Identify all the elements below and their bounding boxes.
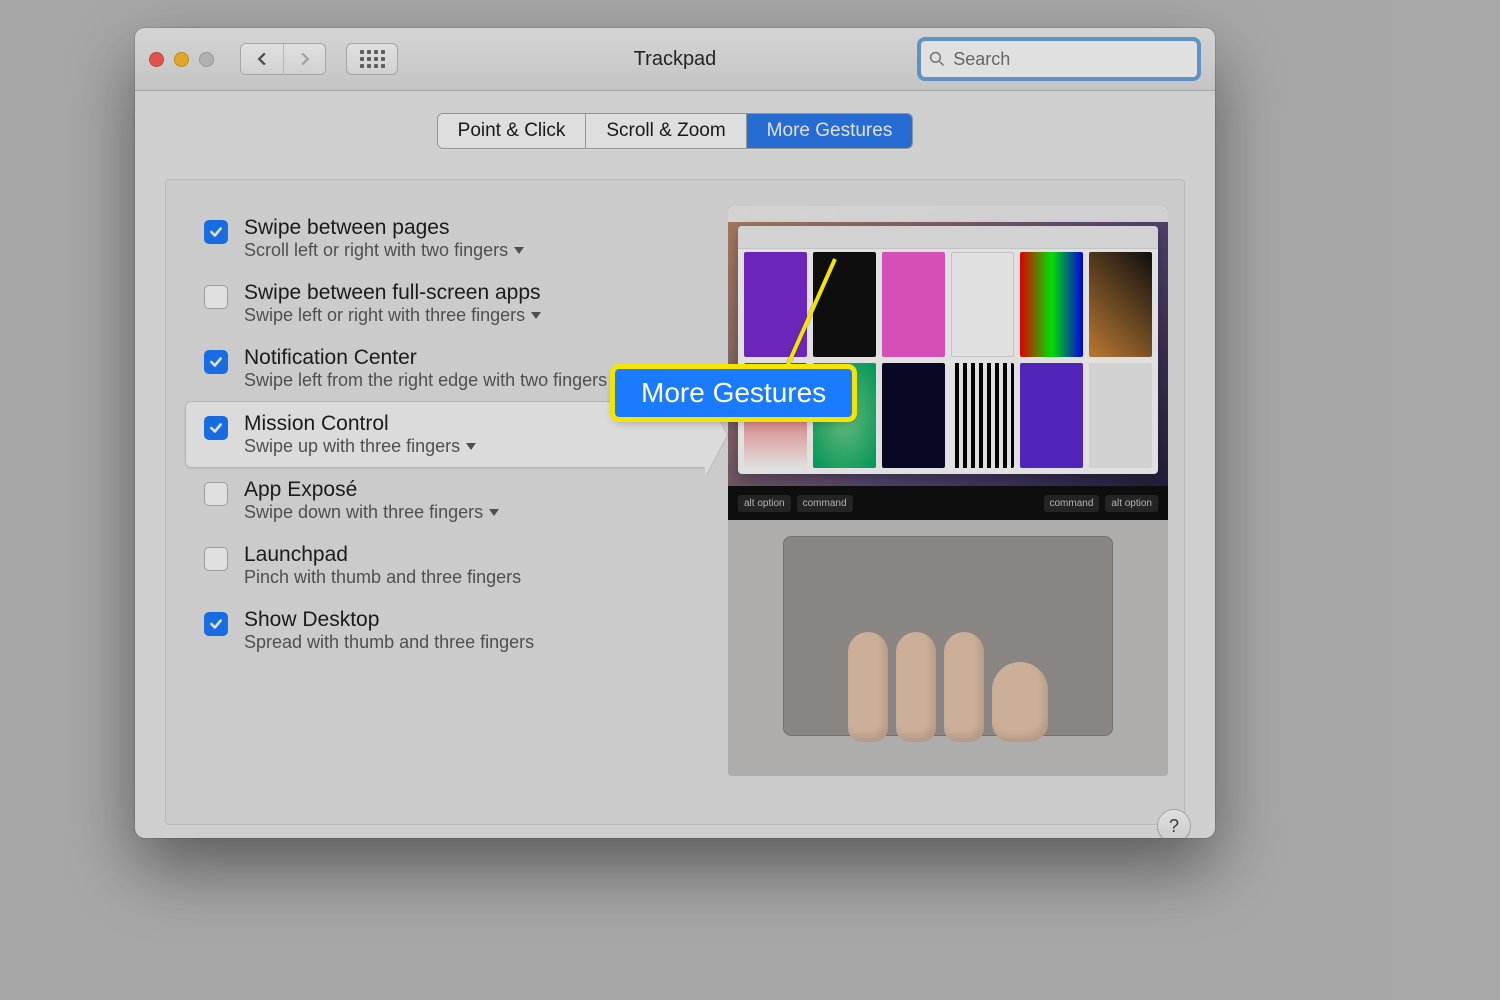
option-title: Launchpad [244,543,521,567]
option-title: Show Desktop [244,608,534,632]
zoom-icon [199,52,214,67]
preview-browser [738,226,1158,474]
option-subtitle: Pinch with thumb and three fingers [244,567,521,588]
window-title: Trackpad [634,48,717,71]
tab-bar: Point & Click Scroll & Zoom More Gesture… [135,113,1215,149]
option-title: Swipe between pages [244,216,524,240]
touchbar-key: command [1044,495,1100,512]
search-input[interactable] [951,48,1189,71]
close-icon[interactable] [149,52,164,67]
checkbox[interactable] [204,220,228,244]
search-field[interactable] [917,37,1201,81]
gesture-option[interactable]: Show DesktopSpread with thumb and three … [186,598,706,663]
gesture-option[interactable]: Swipe between pagesScroll left or right … [186,206,706,271]
preview-hand [848,632,1048,742]
chevron-left-icon [255,52,269,66]
checkbox[interactable] [204,285,228,309]
option-subtitle[interactable]: Swipe down with three fingers [244,502,499,523]
window-toolbar: Trackpad [135,28,1215,91]
nav-buttons [240,43,326,75]
show-all-button[interactable] [346,43,398,75]
annotation-label: More Gestures [615,369,852,417]
option-subtitle: Spread with thumb and three fingers [244,632,534,653]
gesture-option[interactable]: LaunchpadPinch with thumb and three fing… [186,533,706,598]
settings-panel: Swipe between pagesScroll left or right … [165,179,1185,825]
touchbar-key: alt option [738,495,791,512]
gesture-preview: alt option command command alt option [728,206,1168,776]
grid-icon [360,50,385,68]
checkbox[interactable] [204,547,228,571]
gesture-option[interactable]: Swipe between full-screen appsSwipe left… [186,271,706,336]
option-subtitle: Swipe left from the right edge with two … [244,370,607,391]
forward-button[interactable] [283,44,325,74]
tab-scroll-zoom[interactable]: Scroll & Zoom [585,114,745,148]
checkbox[interactable] [204,350,228,374]
chevron-right-icon [298,52,312,66]
chevron-down-icon [514,247,524,254]
search-icon [929,50,945,68]
back-button[interactable] [241,44,283,74]
touchbar-key: alt option [1105,495,1158,512]
option-title: Notification Center [244,346,607,370]
checkbox[interactable] [204,482,228,506]
tab-point-click[interactable]: Point & Click [438,114,586,148]
content-area: Point & Click Scroll & Zoom More Gesture… [135,113,1215,838]
option-title: App Exposé [244,478,499,502]
option-title: Swipe between full-screen apps [244,281,541,305]
chevron-down-icon [466,443,476,450]
option-subtitle[interactable]: Swipe left or right with three fingers [244,305,541,326]
tab-more-gestures[interactable]: More Gestures [746,114,913,148]
checkbox[interactable] [204,612,228,636]
preferences-window: Trackpad Point & Click Scroll & Zoom Mor… [135,28,1215,838]
chevron-down-icon [531,312,541,319]
preview-trackpad-area [728,520,1168,776]
minimize-icon[interactable] [174,52,189,67]
option-title: Mission Control [244,412,476,436]
option-subtitle[interactable]: Scroll left or right with two fingers [244,240,524,261]
traffic-lights [149,52,214,67]
preview-trackpad [783,536,1113,736]
preview-touchbar: alt option command command alt option [728,486,1168,520]
help-button[interactable]: ? [1157,809,1191,838]
touchbar-key: command [797,495,853,512]
gesture-options-list: Swipe between pagesScroll left or right … [186,206,706,663]
gesture-option[interactable]: App ExposéSwipe down with three fingers [186,468,706,533]
option-subtitle[interactable]: Swipe up with three fingers [244,436,476,457]
checkbox[interactable] [204,416,228,440]
chevron-down-icon [489,509,499,516]
